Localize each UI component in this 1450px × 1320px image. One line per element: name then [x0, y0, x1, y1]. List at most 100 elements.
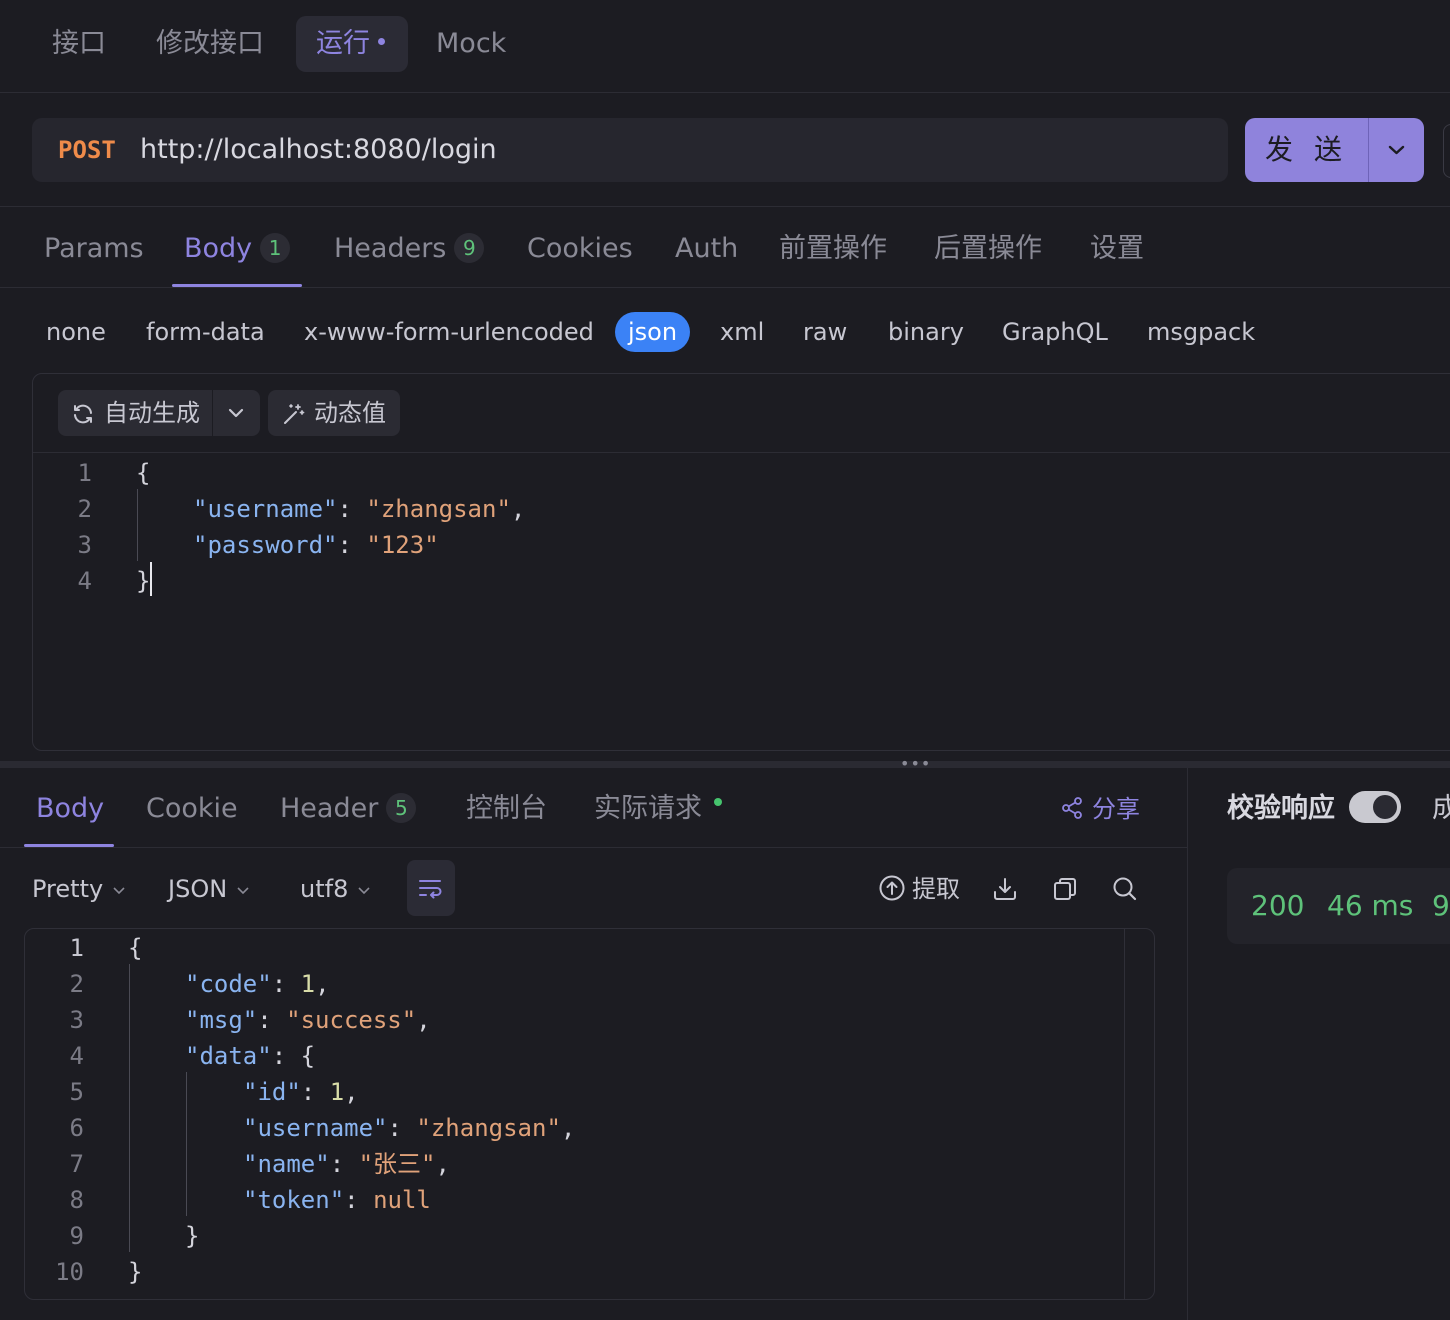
code-line: "username": "zhangsan",: [193, 495, 526, 523]
code-line: "id": 1,: [243, 1078, 359, 1106]
download-icon: [994, 878, 1016, 900]
search-button[interactable]: [1105, 868, 1145, 910]
tab-headers[interactable]: Headers 9: [334, 225, 485, 273]
refresh-icon: [74, 404, 92, 424]
scrollbar-track[interactable]: [1124, 929, 1125, 1299]
truncated-label: 成: [1432, 793, 1450, 824]
wrap-icon: [419, 880, 442, 899]
line-number: 2: [77, 495, 92, 523]
toggle-knob: [1373, 795, 1397, 819]
tab-mock[interactable]: Mock: [416, 16, 526, 72]
type-select[interactable]: JSON: [168, 868, 251, 910]
line-number: 1: [69, 934, 84, 962]
code-line: "token": null: [243, 1186, 431, 1214]
line-number: 4: [77, 567, 92, 595]
drag-handle-icon[interactable]: •••: [900, 756, 931, 772]
code-line: }: [128, 1258, 143, 1286]
response-stats: 200 46 ms 9: [1227, 868, 1450, 944]
response-tab-cookie[interactable]: Cookie: [146, 786, 238, 832]
tab-edit-interface[interactable]: 修改接口: [136, 16, 284, 72]
response-time: 46 ms: [1327, 889, 1414, 922]
response-tab-header[interactable]: Header 5: [280, 786, 417, 832]
top-tab-bar: 接口 修改接口 运行 Mock: [0, 0, 1450, 93]
verify-response-label: 校验响应: [1227, 793, 1335, 824]
split-divider: [212, 390, 213, 436]
header-count-badge: 5: [386, 792, 417, 823]
line-number: 3: [77, 531, 92, 559]
body-count-badge: 1: [260, 232, 291, 263]
code-line: "code": 1,: [185, 970, 330, 998]
line-number: 1: [77, 459, 92, 487]
download-button[interactable]: [985, 868, 1025, 910]
tab-run[interactable]: 运行: [296, 16, 408, 72]
url-bar[interactable]: POST http://localhost:8080/login: [32, 118, 1228, 182]
copy-icon: [1054, 878, 1076, 900]
share-button[interactable]: 分享: [1060, 786, 1140, 832]
code-line: "msg": "success",: [185, 1006, 431, 1034]
headers-count-badge: 9: [454, 232, 485, 263]
code-line: {: [136, 459, 151, 487]
text-cursor: [150, 562, 152, 596]
unsaved-dot: [378, 38, 385, 45]
encoding-select[interactable]: utf8: [300, 868, 372, 910]
chevron-down-icon: [228, 408, 244, 418]
word-wrap-toggle[interactable]: [407, 860, 455, 916]
line-number: 6: [69, 1114, 84, 1142]
line-number: 8: [69, 1186, 84, 1214]
column-divider: [1187, 768, 1188, 1320]
divider: [0, 206, 1450, 207]
tab-post-operations[interactable]: 后置操作: [934, 225, 1042, 273]
verify-response-toggle[interactable]: [1349, 791, 1401, 823]
response-tab-console[interactable]: 控制台: [466, 786, 547, 832]
response-tab-actual-request[interactable]: 实际请求: [594, 786, 722, 832]
body-type-form-data[interactable]: form-data: [146, 312, 265, 352]
tab-cookies[interactable]: Cookies: [527, 225, 633, 273]
line-number: 7: [69, 1150, 84, 1178]
tab-body[interactable]: Body 1: [184, 225, 291, 273]
panel-resizer[interactable]: [0, 761, 1450, 768]
indent-guide: [186, 1072, 187, 1216]
body-type-binary[interactable]: binary: [888, 312, 964, 352]
line-number: 3: [69, 1006, 84, 1034]
send-button-group: 发 送: [1245, 118, 1424, 182]
body-type-none[interactable]: none: [46, 312, 106, 352]
search-icon: [1113, 877, 1137, 901]
code-line: "username": "zhangsan",: [243, 1114, 576, 1142]
send-options-button[interactable]: [1369, 118, 1424, 182]
code-line: }: [136, 567, 151, 595]
extract-button[interactable]: 提取: [878, 868, 960, 910]
magic-wand-icon: [284, 404, 305, 424]
tab-pre-operations[interactable]: 前置操作: [779, 225, 887, 273]
divider: [0, 847, 1188, 848]
auto-generate-button[interactable]: 自动生成: [58, 390, 260, 436]
chevron-down-icon: [113, 887, 125, 895]
upload-circle-icon: [879, 875, 905, 901]
save-button-edge[interactable]: [1443, 124, 1450, 178]
line-number: 5: [69, 1078, 84, 1106]
body-type-json[interactable]: json: [615, 312, 691, 352]
body-type-urlencoded[interactable]: x-www-form-urlencoded: [304, 312, 594, 352]
line-number: 2: [69, 970, 84, 998]
line-number: 10: [55, 1258, 84, 1286]
share-icon: [1062, 797, 1082, 819]
tab-settings[interactable]: 设置: [1090, 225, 1144, 273]
response-size: 9: [1432, 889, 1450, 922]
tab-params[interactable]: Params: [44, 225, 144, 273]
chevron-down-icon: [1388, 145, 1405, 155]
copy-button[interactable]: [1045, 868, 1085, 910]
response-tab-body[interactable]: Body: [36, 786, 104, 832]
format-select[interactable]: Pretty: [32, 868, 127, 910]
send-button[interactable]: 发 送: [1245, 118, 1368, 182]
chevron-down-icon: [237, 887, 249, 895]
tab-interface[interactable]: 接口: [32, 16, 126, 72]
status-code: 200: [1251, 889, 1305, 922]
dynamic-value-button[interactable]: 动态值: [268, 390, 400, 436]
body-type-xml[interactable]: xml: [720, 312, 764, 352]
body-type-raw[interactable]: raw: [803, 312, 847, 352]
method-selector[interactable]: POST: [58, 118, 116, 182]
body-type-graphql[interactable]: GraphQL: [1002, 312, 1108, 352]
url-input[interactable]: http://localhost:8080/login: [140, 118, 497, 182]
indent-guide: [137, 489, 138, 561]
body-type-msgpack[interactable]: msgpack: [1147, 312, 1255, 352]
tab-auth[interactable]: Auth: [675, 225, 738, 273]
